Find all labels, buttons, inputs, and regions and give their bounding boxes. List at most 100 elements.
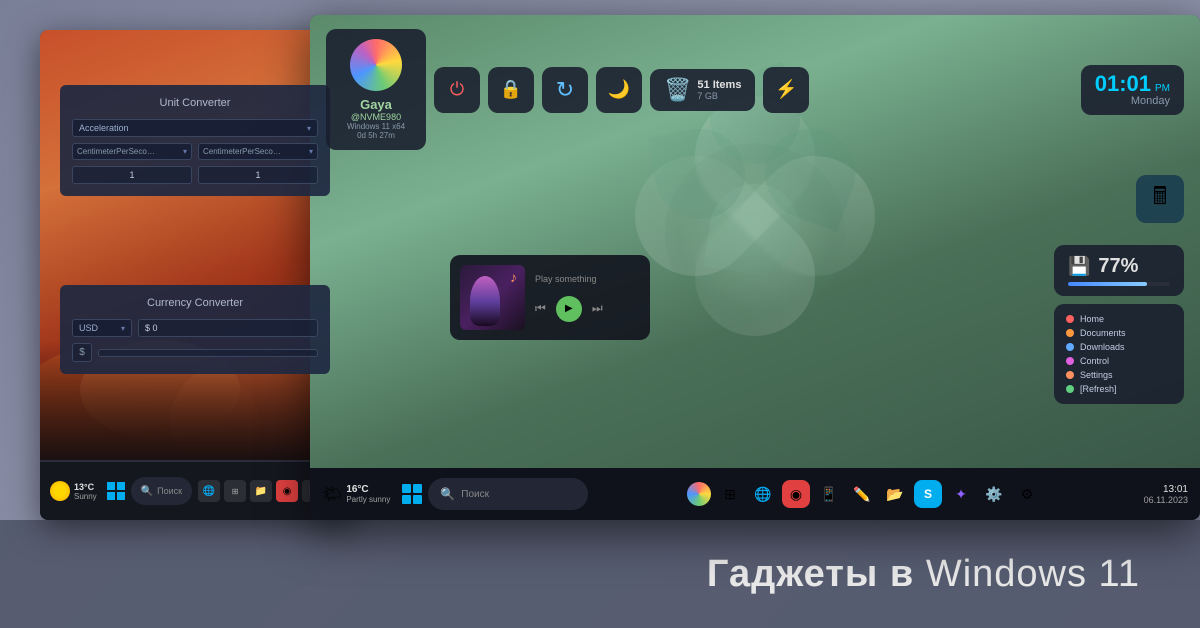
from-unit-select[interactable]: CentimeterPerSecondSqua: [72, 143, 192, 160]
title-light: Windows 11: [926, 553, 1140, 595]
unit-converter-widget: Unit Converter Acceleration CentimeterPe…: [60, 85, 330, 196]
ql-settings[interactable]: Settings: [1066, 368, 1172, 382]
storage-widget: 💾 77%: [1054, 245, 1184, 296]
back-windows-button[interactable]: [107, 481, 125, 501]
avatar-image: [350, 39, 402, 91]
front-search-box[interactable]: 🔍 Поиск: [428, 478, 588, 510]
back-search-icon: 🔍: [141, 486, 153, 497]
next-button[interactable]: ⏭: [592, 301, 603, 316]
win-quad-1: [402, 484, 411, 493]
ql-label-control: Control: [1080, 356, 1109, 366]
back-taskbar: 13°C Sunny 🔍 Поиск 🌐 ⊞ 📁 ◉ 📱 ✏️: [40, 462, 350, 520]
front-clock: 13:01 06.11.2023: [1144, 484, 1188, 505]
front-date: 06.11.2023: [1144, 495, 1188, 505]
refresh-button[interactable]: ↻: [542, 67, 588, 113]
front-search-text: Поиск: [461, 489, 489, 500]
back-weather-widget: 13°C Sunny: [50, 481, 97, 501]
user-widget: Gaya @NVME980 Windows 11 x64 0d 5h 27m: [326, 29, 426, 150]
prev-button[interactable]: ⏮: [535, 301, 546, 316]
back-tb-icon-4[interactable]: ◉: [276, 480, 298, 502]
back-weather-condition: Sunny: [74, 492, 97, 501]
front-tb-icon-app2[interactable]: 📱: [815, 480, 843, 508]
currency-result-input[interactable]: [98, 349, 318, 357]
storage-fill: [1068, 282, 1147, 286]
back-window: Unit Converter Acceleration CentimeterPe…: [40, 30, 350, 520]
user-uptime: 0d 5h 27m: [357, 131, 395, 140]
trash-widget[interactable]: 🗑️ 51 Items 7 GB: [650, 69, 755, 111]
play-button[interactable]: ▶: [556, 296, 582, 322]
power-button[interactable]: ⏻: [434, 67, 480, 113]
front-tb-icon-app3[interactable]: ✏️: [848, 480, 876, 508]
title-bar: Гаджеты в Windows 11: [0, 520, 1200, 628]
ql-label-home: Home: [1080, 314, 1104, 324]
quicklinks-widget: Home Documents Downloads Control Setting…: [1054, 304, 1184, 404]
win-quad-3: [402, 495, 411, 504]
night-button[interactable]: 🌙: [596, 67, 642, 113]
front-tb-icon-settings[interactable]: ⚙️: [980, 480, 1008, 508]
ql-refresh[interactable]: [Refresh]: [1066, 382, 1172, 396]
top-gadget-bar: Gaya @NVME980 Windows 11 x64 0d 5h 27m ⏻…: [310, 29, 1200, 150]
front-weather-widget: 🌤 16°C Partly sunny: [322, 484, 390, 504]
right-panel: 💾 77% Home Documents Downloads: [1054, 245, 1184, 404]
title-bold: Гаджеты в: [707, 553, 914, 595]
front-tb-icon-folder[interactable]: 📂: [881, 480, 909, 508]
currency-from-select[interactable]: USD: [72, 319, 132, 337]
front-tb-icon-rainbow[interactable]: [687, 482, 711, 506]
trash-icon: 🗑️: [664, 77, 691, 103]
back-tb-icon-1[interactable]: 🌐: [198, 480, 220, 502]
user-handle: @NVME980: [351, 112, 401, 122]
win-quad-4: [413, 495, 422, 504]
music-controls: ⏮ ▶ ⏭: [535, 296, 640, 322]
ql-downloads[interactable]: Downloads: [1066, 340, 1172, 354]
front-windows-button[interactable]: [402, 484, 422, 504]
from-value-input[interactable]: 1: [72, 166, 192, 184]
lock-button[interactable]: 🔒: [488, 67, 534, 113]
front-weather-icon: 🌤: [322, 484, 342, 504]
front-tb-icon-grid[interactable]: ⊞: [716, 480, 744, 508]
ql-dot-refresh: [1066, 385, 1074, 393]
win-quad-2: [413, 484, 422, 493]
album-art: ♪: [460, 265, 525, 330]
ql-label-documents: Documents: [1080, 328, 1126, 338]
ql-documents[interactable]: Documents: [1066, 326, 1172, 340]
back-tb-icon-2[interactable]: ⊞: [224, 480, 246, 502]
front-time: 13:01: [1163, 484, 1188, 495]
to-unit-select[interactable]: CentimeterPerSecondSqu: [198, 143, 318, 160]
front-taskbar: 🌤 16°C Partly sunny 🔍 Поиск ⊞ 🌐 ◉ 📱 ✏️: [310, 468, 1200, 520]
clock-day: Monday: [1131, 95, 1170, 107]
storage-percentage: 77%: [1098, 255, 1138, 278]
ql-dot-control: [1066, 357, 1074, 365]
user-os: Windows 11 x64: [347, 122, 405, 131]
currency-result-symbol: $: [72, 343, 92, 362]
front-weather-condition: Partly sunny: [346, 495, 390, 504]
calculator-widget[interactable]: 🖩: [1136, 175, 1184, 223]
front-tb-icon-chrome[interactable]: 🌐: [749, 480, 777, 508]
trash-size: 7 GB: [697, 91, 741, 101]
extra-button[interactable]: ⚡: [763, 67, 809, 113]
back-search-box[interactable]: 🔍 Поиск: [131, 477, 192, 505]
ql-control[interactable]: Control: [1066, 354, 1172, 368]
front-tb-icon-gear[interactable]: ⚙: [1013, 480, 1041, 508]
currency-amount-input[interactable]: $ 0: [138, 319, 318, 337]
album-figure: [470, 276, 500, 326]
ql-dot-settings: [1066, 371, 1074, 379]
front-tb-icon-star[interactable]: ✦: [947, 480, 975, 508]
front-weather-temp: 16°C: [346, 484, 390, 495]
category-select[interactable]: Acceleration: [72, 119, 318, 137]
ql-label-downloads: Downloads: [1080, 342, 1125, 352]
ql-label-refresh: [Refresh]: [1080, 384, 1117, 394]
ql-home[interactable]: Home: [1066, 312, 1172, 326]
front-taskbar-icons: ⊞ 🌐 ◉ 📱 ✏️ 📂 S ✦ ⚙️ ⚙: [594, 480, 1133, 508]
clock-ampm: PM: [1155, 83, 1170, 94]
music-widget: ♪ Play something ⏮ ▶ ⏭: [450, 255, 650, 340]
front-tb-icon-skype[interactable]: S: [914, 480, 942, 508]
currency-converter-widget: Currency Converter USD $ 0 $: [60, 285, 330, 374]
back-tb-icon-3[interactable]: 📁: [250, 480, 272, 502]
music-status: Play something: [535, 274, 640, 284]
user-avatar: [350, 39, 402, 91]
currency-converter-title: Currency Converter: [72, 297, 318, 309]
clock-time: 01:01: [1095, 73, 1151, 95]
trash-items-count: 51 Items: [697, 79, 741, 91]
to-value-input[interactable]: 1: [198, 166, 318, 184]
front-tb-icon-app1[interactable]: ◉: [782, 480, 810, 508]
